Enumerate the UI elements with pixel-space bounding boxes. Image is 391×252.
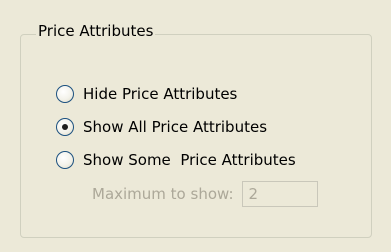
- maximum-to-show-label: Maximum to show:: [92, 185, 234, 203]
- radio-label: Hide Price Attributes: [83, 85, 238, 103]
- radio-show-some-price-attributes[interactable]: Show Some Price Attributes: [56, 148, 296, 172]
- radio-label: Show Some Price Attributes: [83, 151, 296, 169]
- price-attributes-panel: Price Attributes Hide Price Attributes S…: [0, 0, 391, 252]
- radio-button-selected-icon[interactable]: [56, 118, 74, 136]
- maximum-to-show-row: Maximum to show:: [92, 181, 318, 207]
- radio-button-icon[interactable]: [56, 151, 74, 169]
- radio-show-all-price-attributes[interactable]: Show All Price Attributes: [56, 115, 267, 139]
- group-title: Price Attributes: [36, 20, 156, 42]
- maximum-to-show-input[interactable]: [241, 181, 318, 207]
- radio-button-icon[interactable]: [56, 85, 74, 103]
- radio-hide-price-attributes[interactable]: Hide Price Attributes: [56, 82, 237, 106]
- radio-label: Show All Price Attributes: [83, 118, 268, 136]
